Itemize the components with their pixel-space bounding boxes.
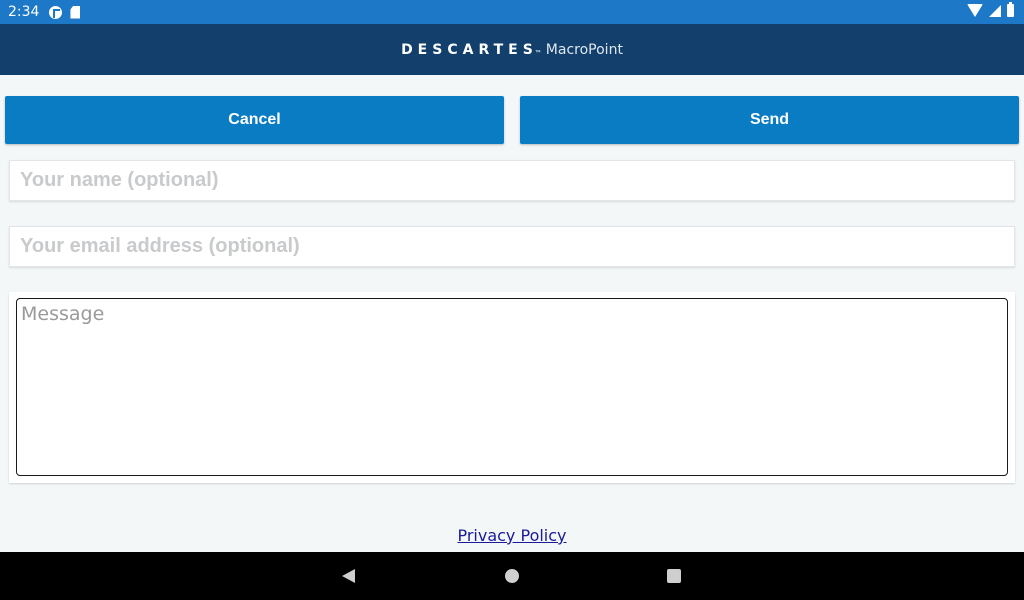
logo-product: MacroPoint <box>545 41 623 58</box>
wifi-icon <box>967 4 983 17</box>
status-right-icons <box>967 2 1014 17</box>
recents-icon[interactable] <box>667 569 681 583</box>
app-notification-icon <box>49 5 63 19</box>
email-input[interactable] <box>10 227 1014 266</box>
battery-icon <box>1007 2 1014 17</box>
message-textarea[interactable] <box>16 298 1008 476</box>
send-button[interactable]: Send <box>520 96 1019 144</box>
name-field-container <box>9 160 1015 201</box>
logo-trademark: ™ <box>534 49 541 56</box>
cancel-button[interactable]: Cancel <box>5 96 504 144</box>
name-input[interactable] <box>10 161 1014 200</box>
app-header: DESCARTES ™ MacroPoint <box>0 24 1024 75</box>
navigation-bar <box>0 552 1024 600</box>
home-icon[interactable] <box>505 569 519 583</box>
privacy-policy-link[interactable]: Privacy Policy <box>457 526 566 545</box>
status-time: 2:34 <box>8 4 40 20</box>
brand-logo: DESCARTES ™ MacroPoint <box>401 42 623 58</box>
status-bar: 2:34 <box>0 0 1024 24</box>
email-field-container <box>9 226 1015 267</box>
message-field-container <box>9 292 1015 483</box>
privacy-footer: Privacy Policy <box>0 526 1024 546</box>
signal-icon <box>989 4 1001 17</box>
logo-brand: DESCARTES <box>401 41 538 58</box>
back-icon[interactable] <box>342 569 355 583</box>
sd-card-icon <box>70 5 81 19</box>
